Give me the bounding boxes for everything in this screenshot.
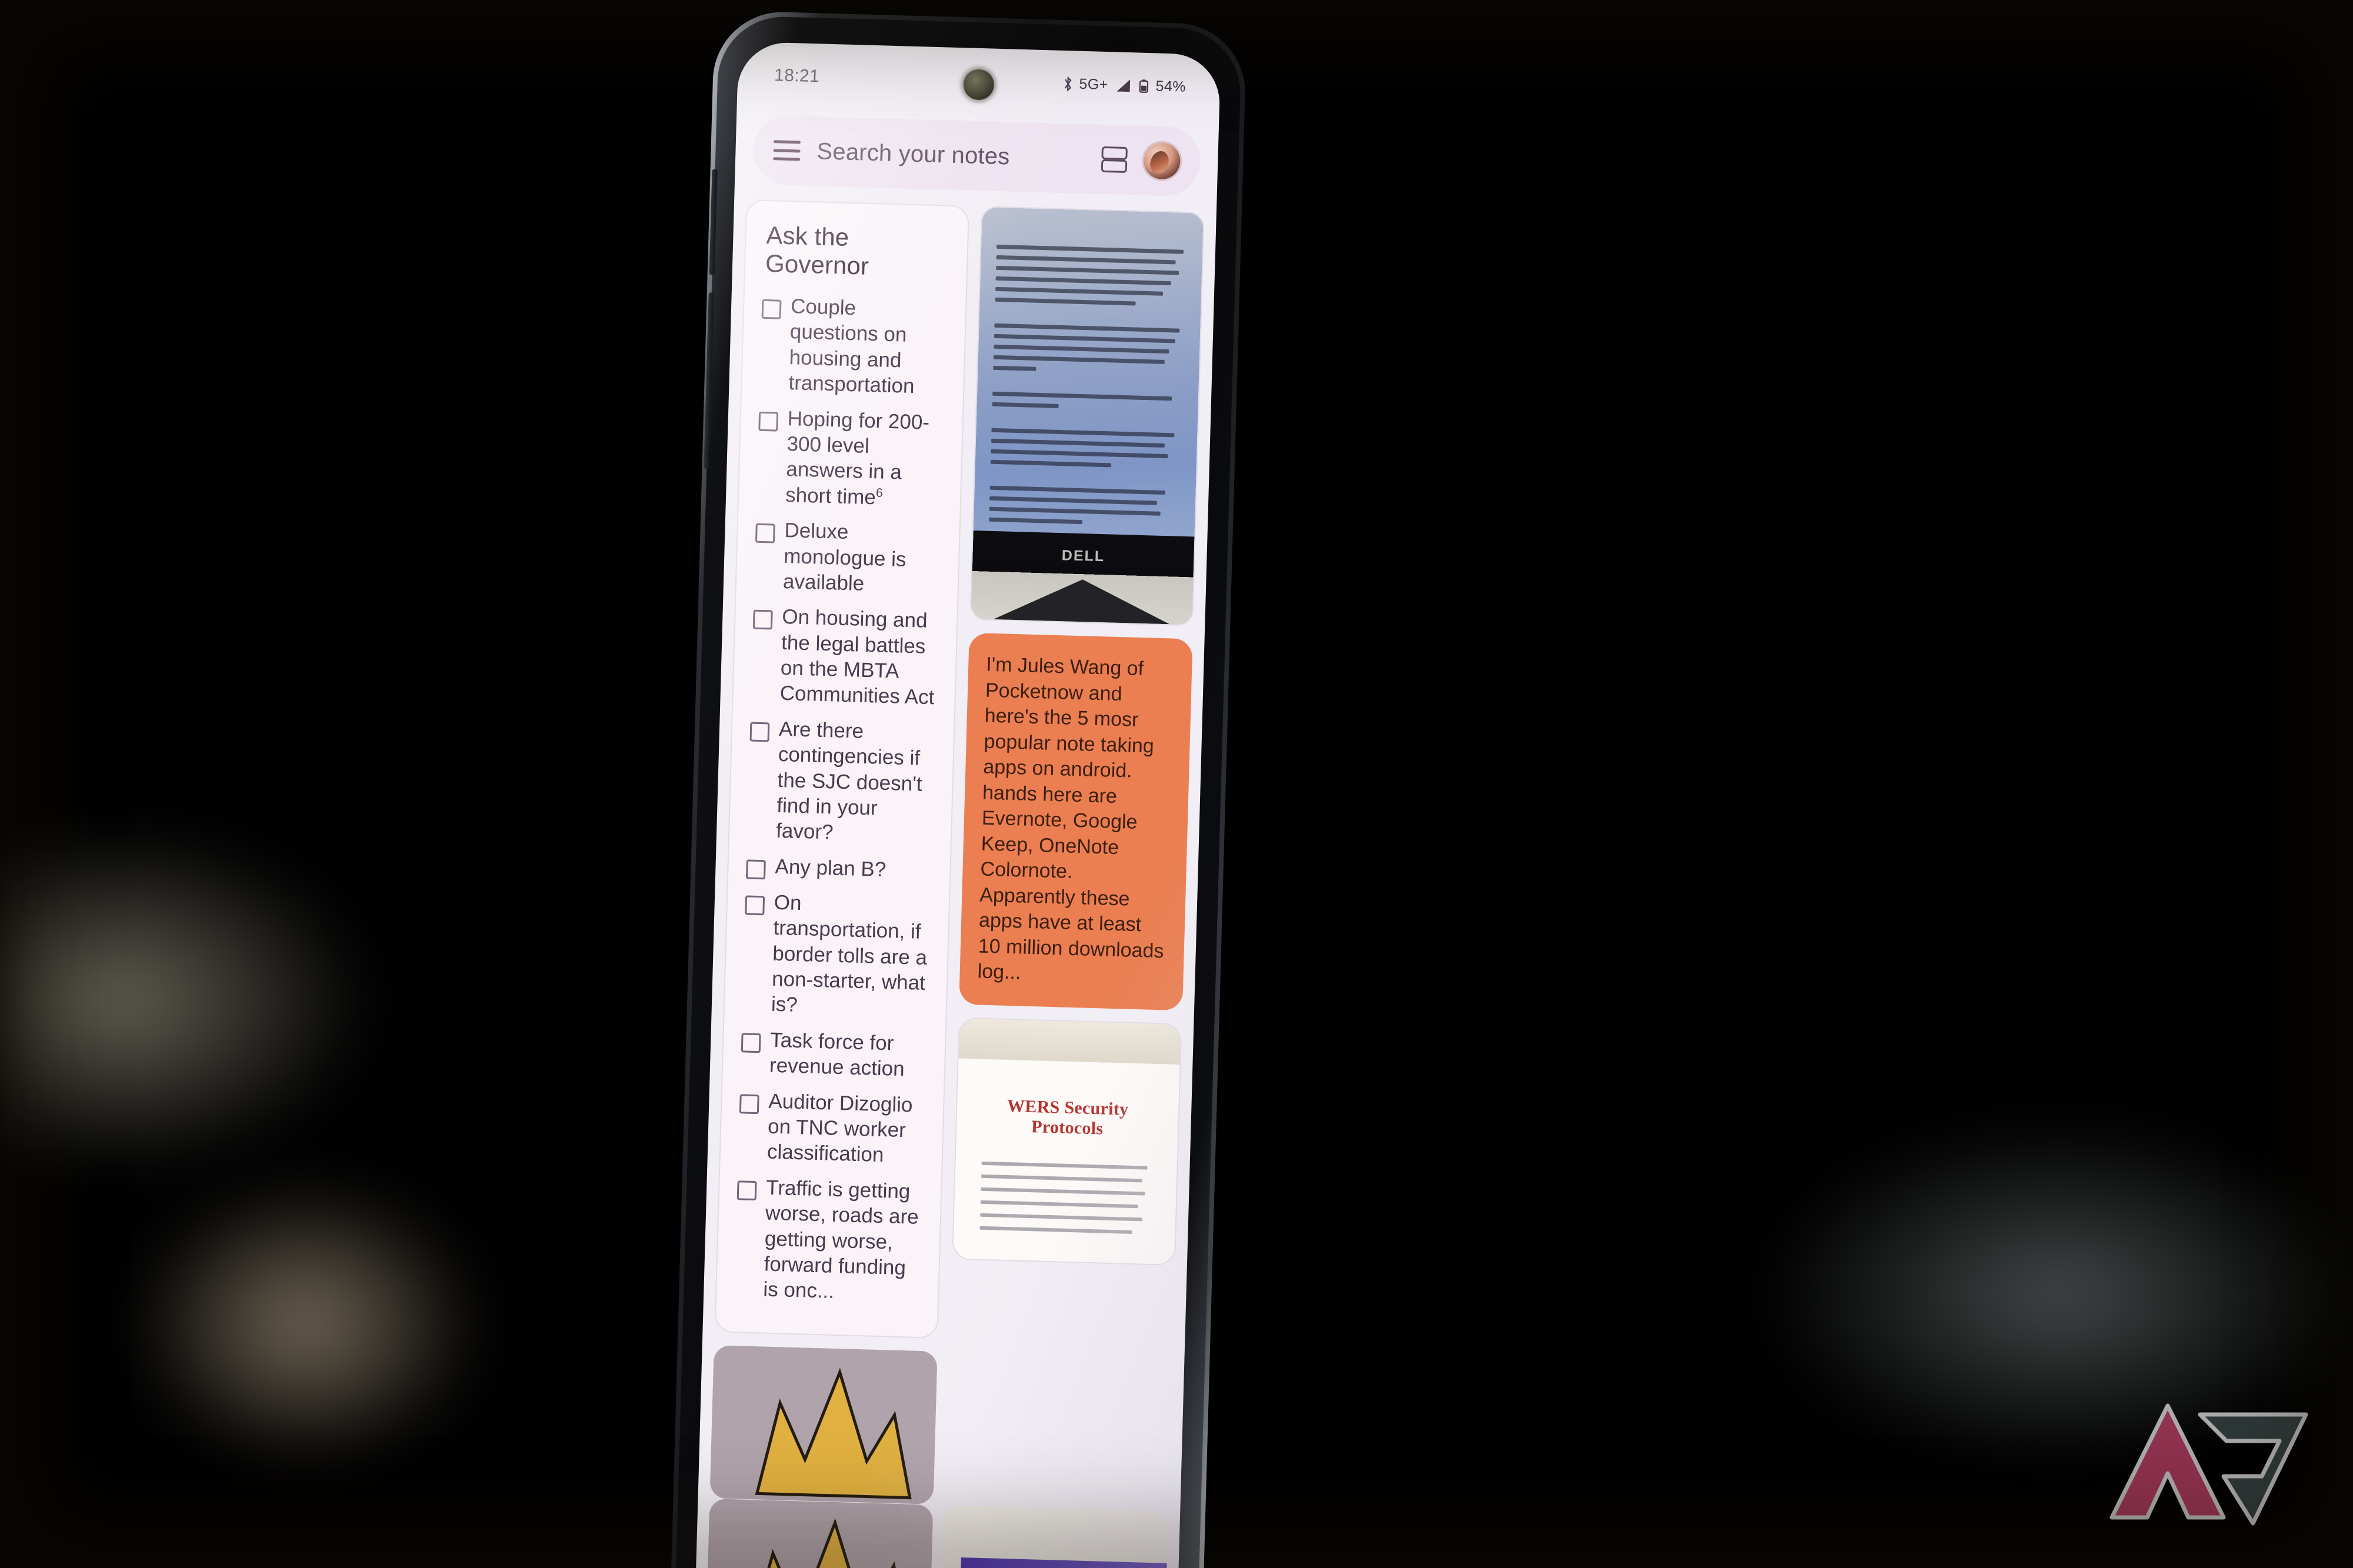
checklist-item-text: Hoping for 200-300 level answers in a sh… (785, 406, 930, 509)
search-bar[interactable]: Search your notes (752, 115, 1201, 197)
notes-column-right: DELL I'm Jules Wang of Pocketnow and her… (942, 206, 1205, 1568)
checklist-item[interactable]: On transportation, if border tolls are a… (742, 889, 931, 1022)
checklist-item[interactable]: Are there contingencies if the SJC doesn… (747, 715, 936, 848)
note-card-crown-thumbnail[interactable] (709, 1345, 938, 1504)
checklist-item-label: Are there contingencies if the SJC doesn… (775, 717, 923, 844)
checklist-item[interactable]: Any plan B? (745, 853, 932, 884)
checkbox-icon[interactable] (736, 1180, 757, 1200)
checkbox-icon[interactable] (741, 1033, 761, 1053)
crown-graphic (705, 1499, 934, 1568)
note-card-purple-thumbnail[interactable] (941, 1505, 1169, 1568)
list-view-toggle-icon[interactable] (1101, 146, 1128, 174)
orange-note-text: I'm Jules Wang of Pocketnow and here's t… (977, 653, 1170, 984)
phone-screen: 18:21 5G+ 54% Search your notes Ask the … (695, 41, 1221, 1568)
photo-scene: 18:21 5G+ 54% Search your notes Ask the … (0, 0, 2353, 1568)
checklist-item-superscript: 6 (875, 486, 884, 500)
checkbox-icon[interactable] (755, 523, 775, 543)
hamburger-menu-icon[interactable] (773, 140, 801, 161)
checkbox-icon[interactable] (752, 609, 773, 630)
bluetooth-icon (1064, 76, 1072, 92)
checklist-item[interactable]: Deluxe monologue is available (754, 517, 942, 599)
network-type-label: 5G+ (1079, 75, 1109, 93)
battery-icon (1139, 79, 1148, 93)
checklist-item[interactable]: Traffic is getting worse, roads are gett… (734, 1174, 924, 1307)
checkbox-icon[interactable] (749, 722, 770, 742)
checklist-item-label: Couple questions on housing and transpor… (788, 295, 915, 398)
note-card-document[interactable]: WERS Security Protocols (952, 1017, 1182, 1266)
document-photo-top-edge (958, 1018, 1181, 1065)
checklist-item[interactable]: Task force for revenue action (741, 1026, 928, 1083)
checklist-item-label: On transportation, if border tolls are a… (771, 890, 928, 1017)
crown-graphic (709, 1345, 938, 1504)
checklist-item-label: Traffic is getting worse, roads are gett… (762, 1176, 919, 1303)
checklist-item-label: Hoping for 200-300 level answers in a sh… (785, 406, 945, 512)
note-title: Ask the Governor (765, 221, 869, 280)
purple-block-graphic (958, 1557, 1169, 1568)
notes-grid: Ask the Governor Couple questions on hou… (706, 199, 1205, 1568)
checklist-item[interactable]: Hoping for 200-300 level answers in a sh… (756, 405, 945, 512)
note-card-orange[interactable]: I'm Jules Wang of Pocketnow and here's t… (959, 632, 1193, 1010)
status-time: 18:21 (774, 65, 820, 86)
android-police-watermark (2085, 1370, 2321, 1547)
checklist-item-label: Auditor Dizoglio on TNC worker classific… (766, 1089, 914, 1167)
checklist-item-label: Task force for revenue action (769, 1028, 905, 1081)
search-input[interactable]: Search your notes (816, 138, 1085, 172)
checklist-item[interactable]: Auditor Dizoglio on TNC worker classific… (738, 1087, 926, 1169)
checklist-item-label: Deluxe monologue is available (782, 519, 906, 595)
monitor-bezel: DELL (971, 530, 1195, 625)
battery-percent-label: 54% (1155, 77, 1187, 95)
dell-logo: DELL (1061, 547, 1105, 565)
monitor-stand (993, 577, 1171, 625)
checkbox-icon[interactable] (761, 299, 782, 319)
notes-column-left: Ask the Governor Couple questions on hou… (706, 199, 970, 1568)
account-avatar[interactable] (1143, 142, 1181, 180)
document-heading: WERS Security Protocols (1006, 1096, 1129, 1139)
smartphone: 18:21 5G+ 54% Search your notes Ask the … (670, 10, 1247, 1568)
status-icons: 5G+ 54% (1062, 75, 1186, 95)
checklist-item-label: Any plan B? (775, 855, 886, 881)
notes-bottom-row (705, 1499, 1169, 1568)
signal-bars-icon (1116, 79, 1130, 92)
document-body-lines (979, 1161, 1151, 1234)
monitor-photo: DELL (971, 207, 1204, 625)
checklist-item[interactable]: Couple questions on housing and transpor… (759, 293, 948, 400)
checkbox-icon[interactable] (758, 411, 779, 432)
note-card-crown-thumbnail-bottom[interactable] (705, 1499, 934, 1568)
note-card-checklist[interactable]: Ask the Governor Couple questions on hou… (714, 199, 970, 1339)
note-card-monitor-photo[interactable]: DELL (969, 206, 1205, 626)
checkbox-icon[interactable] (745, 859, 766, 880)
checkbox-icon[interactable] (745, 895, 765, 916)
checklist-item[interactable]: On housing and the legal battles on the … (751, 603, 939, 710)
checklist-item-label: On housing and the legal battles on the … (779, 605, 935, 709)
document-page: WERS Security Protocols (953, 1058, 1180, 1265)
checkbox-icon[interactable] (739, 1093, 759, 1114)
